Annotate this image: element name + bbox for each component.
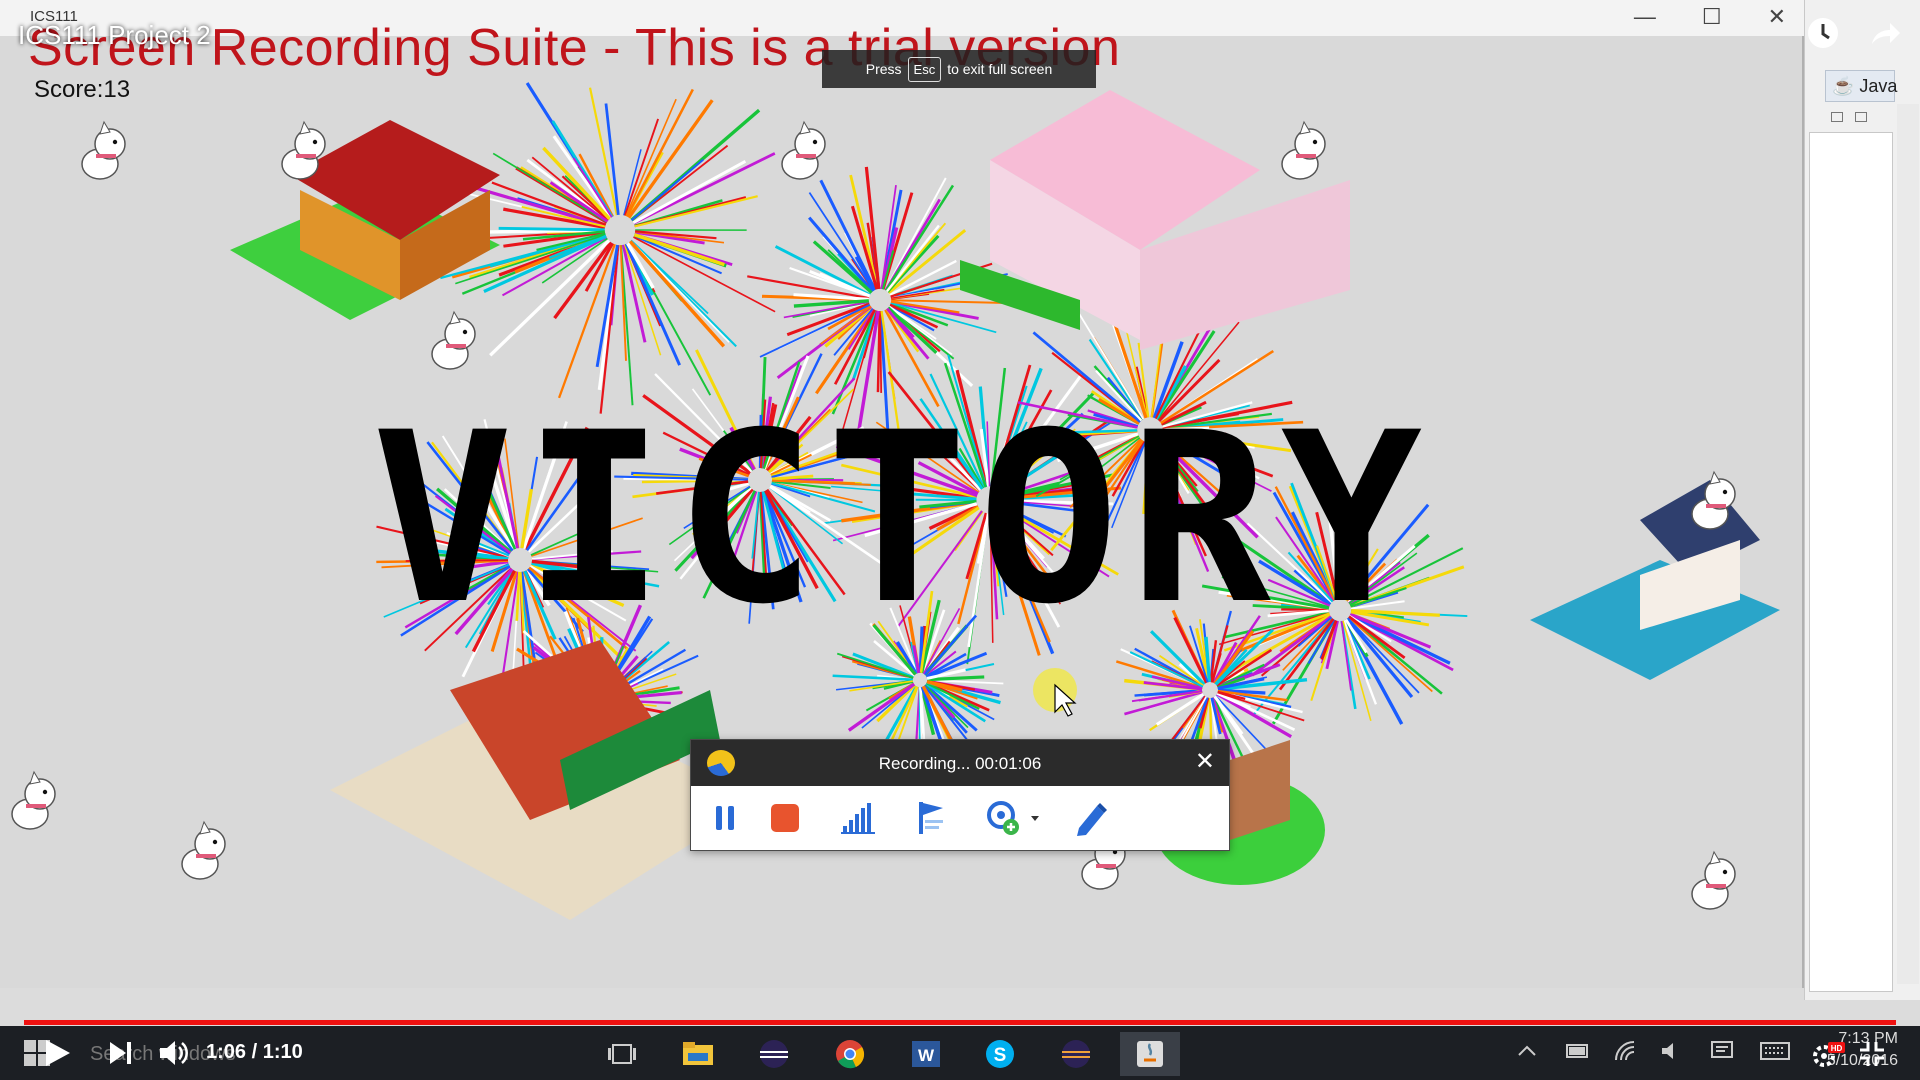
recorder-toolbar xyxy=(691,786,1231,850)
close-recorder-button[interactable]: ✕ xyxy=(1195,750,1215,774)
video-progress-played xyxy=(24,1020,1896,1025)
stop-icon[interactable] xyxy=(765,798,805,838)
pause-icon[interactable] xyxy=(705,798,745,838)
bar-chart-icon[interactable] xyxy=(839,798,879,838)
settings-icon[interactable]: HD xyxy=(1810,1040,1846,1068)
ide-side-toolbar xyxy=(1897,104,1919,984)
video-progress-bar[interactable] xyxy=(24,1020,1896,1025)
exit-fullscreen-icon[interactable] xyxy=(1858,1040,1886,1068)
video-top-actions xyxy=(1806,16,1902,50)
webcam-add-icon[interactable] xyxy=(983,798,1023,838)
minimize-view-icon[interactable] xyxy=(1831,112,1843,122)
play-icon[interactable] xyxy=(42,1038,72,1068)
esc-key-badge: Esc xyxy=(907,56,942,82)
video-controls: 1:06 / 1:10 HD xyxy=(0,1026,1920,1080)
ide-right-panel: ☕ Java xyxy=(1804,0,1920,1000)
maximize-view-icon[interactable] xyxy=(1855,112,1867,122)
next-icon[interactable] xyxy=(108,1040,134,1066)
java-perspective-label: Java xyxy=(1859,75,1898,96)
game-window: ICS111 — ☐ ✕ VICTORY Screen Recording Su… xyxy=(0,0,1804,988)
pencil-icon[interactable] xyxy=(1071,798,1111,838)
svg-text:HD: HD xyxy=(1831,1044,1843,1053)
toast-text-before: Press xyxy=(865,61,902,77)
victory-banner-text: VICTORY xyxy=(372,383,1432,656)
ide-outline-panel xyxy=(1809,132,1893,992)
fullscreen-toast: Press Esc to exit full screen xyxy=(822,50,1096,88)
pin-flag-icon[interactable] xyxy=(911,798,951,838)
toast-text-after: to exit full screen xyxy=(947,61,1053,77)
recording-widget: Recording... 00:01:06 ✕ xyxy=(690,739,1230,851)
java-perspective-icon: ☕ xyxy=(1832,75,1855,96)
dropdown-arrow-icon[interactable] xyxy=(1025,798,1045,838)
java-perspective-tab[interactable]: ☕ Java xyxy=(1825,70,1898,102)
video-title[interactable]: ICS111 Project 2 xyxy=(18,20,211,51)
recording-status: Recording... 00:01:06 xyxy=(878,754,1042,773)
recording-header: Recording... 00:01:06 ✕ xyxy=(691,740,1229,786)
screen: ☕ Java ICS111 — ☐ ✕ VICTORY Screen Recor… xyxy=(0,0,1920,1080)
score-label: Score:13 xyxy=(34,76,131,103)
video-time-display: 1:06 / 1:10 xyxy=(206,1041,303,1063)
share-icon[interactable] xyxy=(1868,16,1902,50)
watch-later-icon[interactable] xyxy=(1806,16,1840,50)
volume-icon[interactable] xyxy=(158,1038,190,1068)
